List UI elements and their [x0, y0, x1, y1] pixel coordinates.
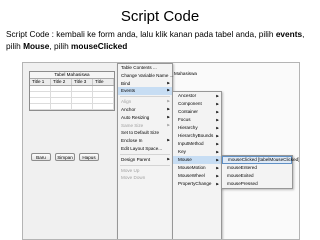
- chevron-right-icon: ▶: [216, 142, 219, 146]
- menu-item-design-parent[interactable]: Design Parent ▶: [118, 156, 172, 164]
- chevron-right-icon: ▶: [216, 118, 219, 122]
- chevron-right-icon: ▶: [216, 102, 219, 106]
- menu-item-hierarchy[interactable]: Hierarchy ▶: [173, 124, 221, 132]
- menu-item-same-size[interactable]: Same Size ▶: [118, 122, 172, 130]
- chevron-right-icon: ▶: [167, 138, 170, 143]
- menu-item-bind[interactable]: Bind ▶: [118, 80, 172, 88]
- context-menu: Table Contents ... Change Variable Name …: [117, 63, 174, 239]
- menu-item-table-contents[interactable]: Table Contents ...: [118, 64, 172, 72]
- menu-item-set-default-size[interactable]: Set to Default Size: [118, 129, 172, 137]
- table-header: Title 1 Title 2 Title 3 Title: [30, 79, 114, 86]
- chevron-right-icon: ▶: [167, 88, 170, 93]
- menu-divider: [120, 96, 170, 98]
- menu-item-mousepressed[interactable]: mousePressed: [222, 180, 292, 188]
- menu-item-auto-resizing[interactable]: Auto Resizing ▶: [118, 114, 172, 122]
- hapus-button[interactable]: Hapus: [79, 153, 99, 161]
- menu-divider: [120, 164, 170, 166]
- instruction-prefix: Script Code : kembali ke form anda, lalu…: [6, 29, 274, 39]
- menu-item-hierarchybounds[interactable]: HierarchyBounds ▶: [173, 132, 221, 140]
- chevron-right-icon: ▶: [216, 182, 219, 186]
- menu-item-align[interactable]: Align ▶: [118, 98, 172, 106]
- menu-item-mousewheel[interactable]: MouseWheel ▶: [173, 172, 221, 180]
- instruction-events: events: [275, 29, 303, 39]
- chevron-right-icon: ▶: [216, 150, 219, 154]
- chevron-right-icon: ▶: [216, 94, 219, 98]
- column-header[interactable]: Title 2: [51, 79, 72, 85]
- menu-item-change-variable-name[interactable]: Change Variable Name ...: [118, 72, 174, 80]
- baru-button[interactable]: Baru: [31, 153, 51, 161]
- chevron-right-icon: ▶: [216, 158, 219, 162]
- instruction-text: Script Code : kembali ke form anda, lalu…: [6, 28, 316, 52]
- menu-item-move-up[interactable]: Move Up: [118, 167, 172, 175]
- chevron-right-icon: ▶: [167, 114, 170, 119]
- chevron-right-icon: ▶: [167, 99, 170, 104]
- chevron-right-icon: ▶: [216, 174, 219, 178]
- menu-item-mouse[interactable]: Mouse ▶: [173, 156, 221, 164]
- panel-label: Mahasiswa: [174, 71, 197, 76]
- slide: Script Code Script Code : kembali ke for…: [0, 0, 320, 240]
- menu-item-component[interactable]: Component ▶: [173, 100, 221, 108]
- chevron-right-icon: ▶: [216, 126, 219, 130]
- instruction-sep2: , pilih: [49, 41, 69, 51]
- mouse-submenu: mouseClicked [tabelMouseClicked] mouseEn…: [221, 155, 299, 189]
- menu-item-mousemotion[interactable]: MouseMotion ▶: [173, 164, 221, 172]
- column-header[interactable]: Title 3: [72, 79, 93, 85]
- menu-item-edit-layout-space[interactable]: Edit Layout Space...: [118, 145, 172, 153]
- menu-item-mouseentered[interactable]: mouseEntered: [222, 164, 292, 172]
- menu-item-move-down[interactable]: Move Down: [118, 174, 172, 182]
- menu-divider: [120, 153, 170, 155]
- table-caption: Tabel Mahasiswa: [30, 72, 114, 79]
- chevron-right-icon: ▶: [167, 122, 170, 127]
- menu-item-container[interactable]: Container ▶: [173, 108, 221, 116]
- chevron-right-icon: ▶: [167, 80, 170, 85]
- menu-item-events[interactable]: Events ▶: [118, 87, 172, 96]
- chevron-right-icon: ▶: [216, 110, 219, 114]
- menu-item-mouseclicked[interactable]: mouseClicked [tabelMouseClicked]: [222, 156, 299, 164]
- chevron-right-icon: ▶: [216, 134, 219, 138]
- chevron-right-icon: ▶: [216, 166, 219, 170]
- events-submenu: Ancestor ▶ Component ▶ Container ▶ Focus ▶ H…: [172, 91, 222, 239]
- page-title: Script Code: [120, 8, 200, 25]
- menu-item-mouseexited[interactable]: mouseExited: [222, 172, 292, 180]
- menu-item-anchor[interactable]: Anchor ▶: [118, 106, 172, 114]
- menu-item-focus[interactable]: Focus ▶: [173, 116, 221, 124]
- menu-item-ancestor[interactable]: Ancestor ▶: [173, 92, 221, 100]
- data-table[interactable]: Tabel Mahasiswa Title 1 Title 2 Title 3 …: [29, 71, 115, 111]
- table-body: [30, 86, 114, 110]
- menu-item-key[interactable]: Key ▶: [173, 148, 221, 156]
- instruction-mouseclicked: mouseClicked: [71, 41, 128, 51]
- chevron-right-icon: ▶: [167, 106, 170, 111]
- ide-screenshot: Tabel Mahasiswa Title 1 Title 2 Title 3 …: [22, 62, 300, 240]
- chevron-right-icon: ▶: [167, 156, 170, 161]
- column-header[interactable]: Title: [93, 79, 114, 85]
- instruction-mouse: Mouse: [23, 41, 50, 51]
- column-header[interactable]: Title 1: [30, 79, 51, 85]
- menu-item-propertychange[interactable]: PropertyChange ▶: [173, 180, 221, 188]
- menu-item-inputmethod[interactable]: InputMethod ▶: [173, 140, 221, 148]
- simpan-button[interactable]: Simpan: [55, 153, 75, 161]
- table-row[interactable]: [30, 104, 114, 110]
- menu-item-enclose-in[interactable]: Enclose In ▶: [118, 137, 172, 145]
